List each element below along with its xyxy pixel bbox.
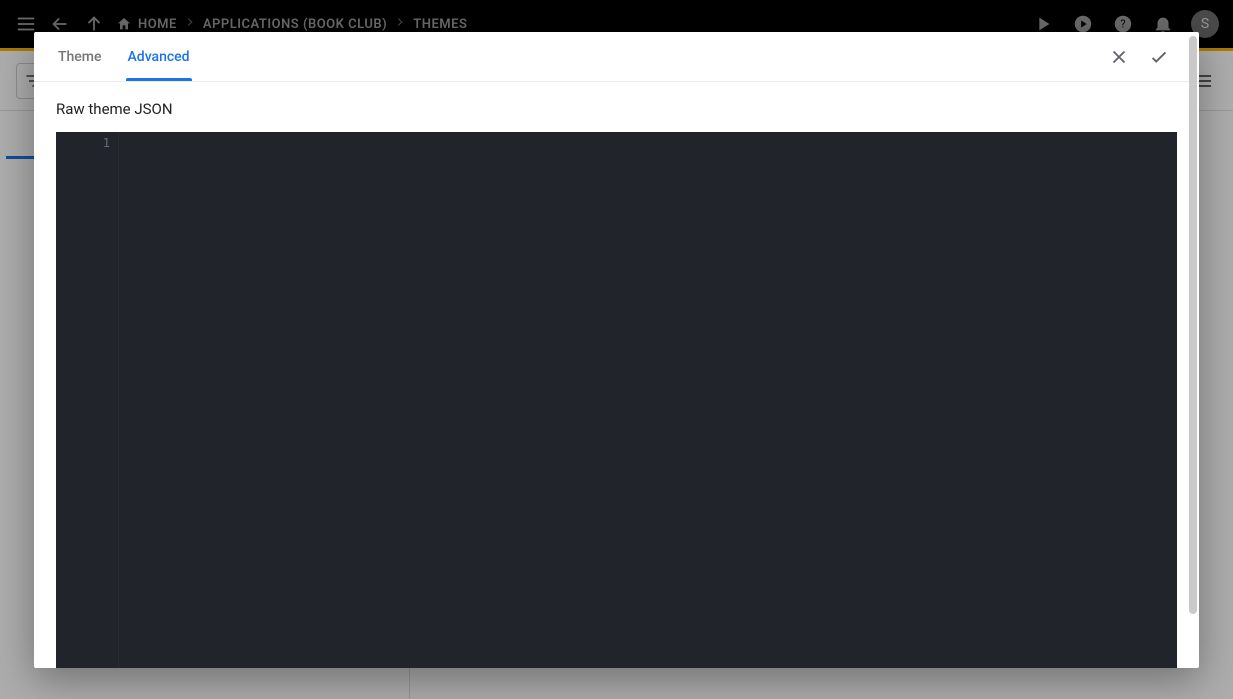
theme-editor-dialog: Theme Advanced Raw theme JSON 1 (34, 32, 1199, 668)
line-number-1: 1 (103, 136, 110, 150)
dialog-body: Raw theme JSON 1 (34, 82, 1199, 668)
json-editor[interactable]: 1 (56, 132, 1177, 668)
dialog-header: Theme Advanced (34, 32, 1199, 82)
editor-gutter: 1 (56, 132, 118, 668)
close-button[interactable] (1099, 37, 1139, 77)
editor-content[interactable] (118, 132, 1177, 668)
tab-theme[interactable]: Theme (58, 32, 102, 81)
dialog-scrollbar[interactable] (1189, 36, 1197, 664)
editor-scrollbar[interactable] (1163, 132, 1177, 668)
dialog-tabs: Theme Advanced (58, 32, 190, 81)
scrollbar-thumb[interactable] (1189, 36, 1197, 614)
confirm-button[interactable] (1139, 37, 1179, 77)
tab-advanced[interactable]: Advanced (128, 32, 190, 81)
section-title: Raw theme JSON (56, 100, 1177, 118)
